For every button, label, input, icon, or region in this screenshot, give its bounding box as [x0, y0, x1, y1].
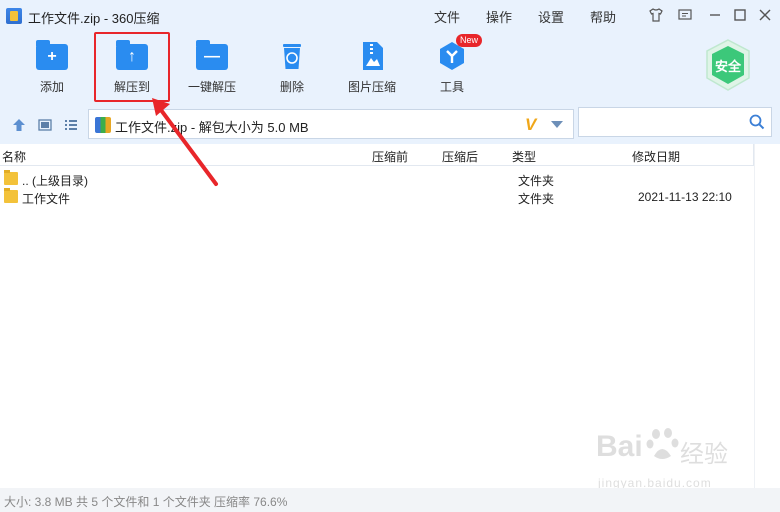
item-type: 文件夹 [518, 192, 555, 206]
menu-file[interactable]: 文件 [434, 7, 460, 26]
security-label: 安全 [714, 59, 741, 74]
one-click-extract-button[interactable]: — 一键解压 [180, 38, 244, 98]
list-item[interactable]: .. (上级目录) 文件夹 [0, 170, 780, 188]
minimize-icon[interactable] [704, 4, 726, 26]
column-size-before[interactable]: 压缩前 [372, 148, 408, 165]
security-shield-icon[interactable]: 安全 [704, 38, 752, 92]
image-compress-label: 图片压缩 [347, 80, 396, 94]
baidu-watermark: Bai 经验 jingyan.baidu.com [594, 424, 744, 496]
paw-icon [646, 428, 679, 459]
watermark-brand-2: 经验 [680, 441, 728, 468]
new-badge: New [456, 34, 483, 47]
tools-icon: New [436, 34, 483, 72]
delete-label: 删除 [279, 80, 304, 94]
column-type[interactable]: 类型 [512, 148, 536, 165]
item-name: 工作文件 [22, 192, 71, 206]
add-folder-icon: + [36, 40, 68, 72]
status-text: 大小: 3.8 MB 共 5 个文件和 1 个文件夹 压缩率 76.6% [4, 495, 288, 509]
column-modified[interactable]: 修改日期 [632, 148, 680, 165]
zip-file-icon [95, 117, 111, 133]
one-click-extract-icon: — [196, 40, 228, 72]
one-click-extract-label: 一键解压 [187, 80, 236, 94]
menu-operate[interactable]: 操作 [486, 7, 512, 26]
status-bar: 大小: 3.8 MB 共 5 个文件和 1 个文件夹 压缩率 76.6% [0, 488, 780, 512]
title-bar: 工作文件.zip - 360压缩 文件 操作 设置 帮助 [0, 0, 780, 32]
image-compress-icon [356, 40, 388, 72]
delete-button[interactable]: 删除 [260, 38, 324, 98]
path-text: 工作文件.zip - 解包大小为 5.0 MB [115, 120, 309, 135]
item-date: 2021-11-13 22:10 [638, 190, 732, 204]
list-header: 名称 压缩前 压缩后 类型 修改日期 [0, 144, 780, 166]
recycle-bin-icon [276, 40, 308, 72]
folder-icon [4, 188, 18, 203]
window-title: 工作文件.zip - 360压缩 [28, 11, 160, 26]
folder-icon [4, 170, 18, 185]
item-name: .. (上级目录) [22, 174, 88, 188]
list-item[interactable]: 工作文件 文件夹 2021-11-13 22:10 [0, 188, 780, 206]
v-logo-icon[interactable]: V [525, 115, 536, 135]
tools-label: 工具 [439, 80, 464, 94]
address-bar: 工作文件.zip - 解包大小为 5.0 MB V [0, 104, 780, 144]
image-compress-button[interactable]: 图片压缩 [340, 38, 404, 98]
search-icon[interactable] [749, 114, 765, 130]
vertical-scrollbar[interactable] [754, 144, 780, 488]
search-input[interactable] [578, 107, 772, 137]
menu-settings[interactable]: 设置 [538, 7, 564, 26]
watermark-brand: Bai [596, 430, 643, 463]
tools-button[interactable]: New 工具 [420, 34, 484, 98]
add-button[interactable]: + 添加 [20, 38, 84, 98]
maximize-icon[interactable] [729, 4, 751, 26]
close-icon[interactable] [754, 4, 776, 26]
feedback-icon[interactable] [674, 4, 696, 26]
column-size-after[interactable]: 压缩后 [442, 148, 478, 165]
thumbnail-view-icon[interactable] [38, 118, 52, 132]
skin-icon[interactable] [645, 4, 667, 26]
up-level-icon[interactable] [12, 118, 26, 132]
app-icon [6, 8, 22, 24]
path-field[interactable]: 工作文件.zip - 解包大小为 5.0 MB V [88, 109, 574, 139]
item-type: 文件夹 [518, 174, 555, 188]
annotation-highlight-box [94, 32, 170, 102]
menu-help[interactable]: 帮助 [590, 7, 616, 26]
column-name[interactable]: 名称 [2, 148, 26, 165]
path-dropdown-icon[interactable] [551, 121, 563, 128]
add-label: 添加 [39, 80, 64, 94]
list-view-icon[interactable] [64, 118, 78, 132]
